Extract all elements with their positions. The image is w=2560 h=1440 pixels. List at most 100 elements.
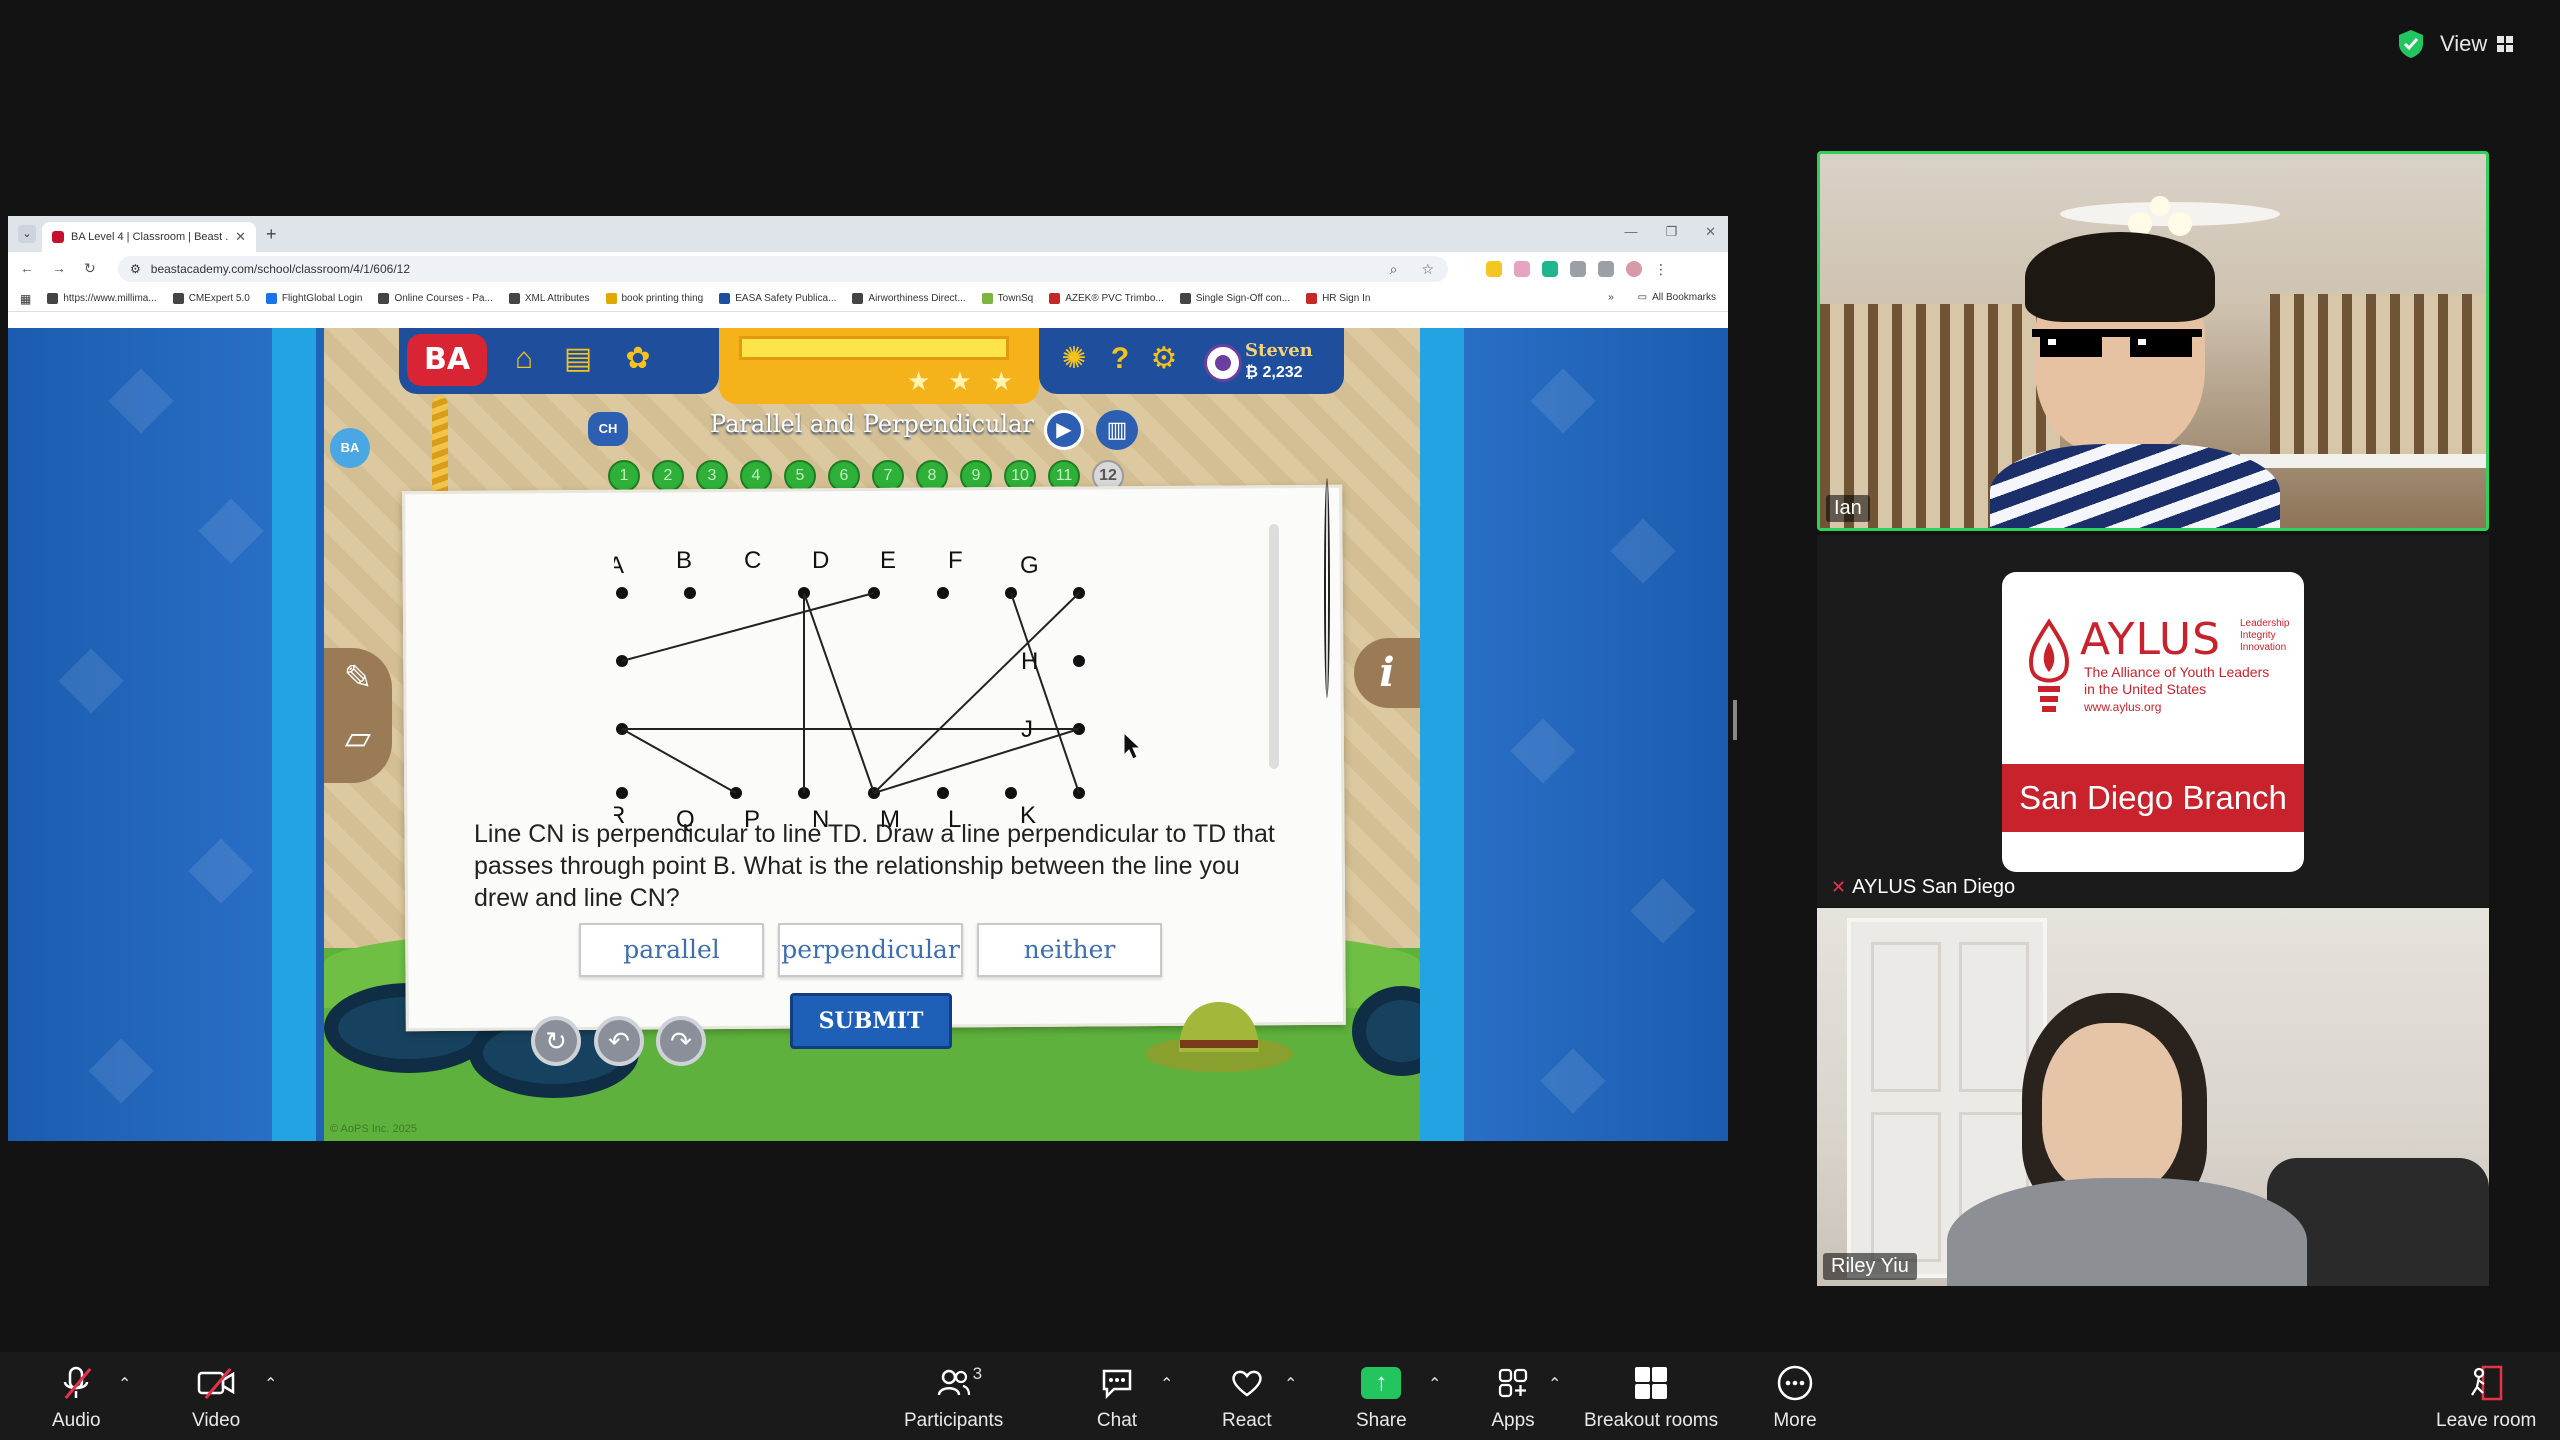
step-5[interactable]: 5 [784,460,816,492]
bookmark-item[interactable]: Airworthiness Direct... [852,293,966,304]
extensions-puzzle-icon[interactable] [1570,261,1586,277]
participant-sweater [1947,1178,2307,1286]
participants-button[interactable]: 3 Participants [904,1362,1003,1432]
grid-point[interactable] [937,587,949,599]
chat-button[interactable]: Chat [1094,1362,1140,1432]
award-icon[interactable]: ✺ [1057,342,1091,376]
grid-point[interactable] [616,787,628,799]
guide-book-icon[interactable]: ▥ [1096,410,1138,450]
bookmark-item[interactable]: HR Sign In [1306,293,1370,304]
reset-icon[interactable]: ↻ [531,1016,581,1066]
share-button[interactable]: ↑ Share [1356,1362,1407,1432]
forward-icon[interactable]: → [52,260,66,277]
grid-point[interactable] [937,787,949,799]
chat-options-chevron-icon[interactable]: ⌃ [1160,1374,1173,1394]
kebab-menu-icon[interactable]: ⋮ [1654,261,1670,277]
step-4[interactable]: 4 [740,460,772,492]
lesson-title: Parallel and Perpendicular [710,410,1034,438]
submit-button[interactable]: SUBMIT [790,993,952,1049]
site-info-icon[interactable]: ⚙ [130,262,141,276]
grid-point[interactable] [1073,655,1085,667]
answer-perpendicular[interactable]: perpendicular [778,923,963,977]
tab-search-chevron-icon[interactable]: ⌄ [18,225,36,243]
all-bookmarks-folder[interactable]: ▭ All Bookmarks [1638,292,1716,303]
extension-icon[interactable] [1486,261,1502,277]
grid-point[interactable] [616,587,628,599]
video-tile-ian[interactable]: Ian [1817,151,2489,531]
more-button[interactable]: More [1772,1362,1818,1432]
point-grid-figure[interactable]: A B C D E F G T S H J R Q P N [614,523,1164,843]
undo-icon[interactable]: ↶ [594,1016,644,1066]
bookmark-item[interactable]: FlightGlobal Login [265,293,362,304]
apps-button[interactable]: Apps [1490,1362,1536,1432]
bookmark-item[interactable]: Single Sign-Off con... [1179,293,1290,304]
close-tab-icon[interactable]: ✕ [235,229,246,245]
help-icon[interactable]: ? [1103,342,1137,376]
restore-icon[interactable]: ❐ [1665,224,1677,240]
leave-room-button[interactable]: Leave room [2436,1362,2536,1432]
breakout-rooms-button[interactable]: Breakout rooms [1584,1362,1718,1432]
react-button[interactable]: React [1222,1362,1272,1432]
video-tile-riley[interactable]: Riley Yiu [1817,908,2489,1286]
bookmark-item[interactable]: AZEK® PVC Trimbo... [1049,293,1164,304]
extension-icon[interactable] [1514,261,1530,277]
bookmark-item[interactable]: CMExpert 5.0 [172,293,250,304]
zoom-icon[interactable]: ⌕ [1390,261,1398,278]
play-video-icon[interactable]: ▶ [1044,410,1084,450]
more-bookmarks-icon[interactable]: » [1608,292,1614,303]
chat-icon [1094,1362,1140,1404]
video-tile-aylus[interactable]: AYLUS Leadership Integrity Innovation Th… [1817,535,2489,907]
video-options-chevron-icon[interactable]: ⌃ [264,1374,277,1394]
bookmark-item[interactable]: book printing thing [605,293,703,304]
security-shield-icon[interactable] [2395,28,2427,60]
react-options-chevron-icon[interactable]: ⌃ [1284,1374,1297,1394]
step-2[interactable]: 2 [652,460,684,492]
resize-handle[interactable] [1733,700,1737,740]
redo-icon[interactable]: ↷ [656,1016,706,1066]
bookmark-item[interactable]: Online Courses - Pa... [378,293,493,304]
reload-icon[interactable]: ↻ [84,260,96,277]
grid-point[interactable] [1005,787,1017,799]
settings-gear-icon[interactable]: ⚙ [1147,342,1181,376]
url-text: beastacademy.com/school/classroom/4/1/60… [150,262,411,276]
bookmark-item[interactable]: EASA Safety Publica... [719,293,836,304]
home-icon[interactable]: ⌂ [507,342,541,376]
pencil-icon[interactable]: ✎ [324,648,392,708]
apps-grid-icon[interactable]: ▦ [20,292,31,306]
grid-point[interactable] [684,587,696,599]
eraser-icon[interactable]: ▱ [324,708,392,768]
audio-button[interactable]: Audio [52,1362,101,1432]
address-bar[interactable]: ⚙ beastacademy.com/school/classroom/4/1/… [118,256,1448,282]
bookmark-item[interactable]: https://www.millima... [47,293,157,304]
book-icon[interactable]: ▤ [561,342,595,376]
problem-scrollbar[interactable] [1269,524,1279,769]
nav-hub: BA ⌂ ▤ ✿ [399,328,719,394]
beast-academy-logo[interactable]: BA [407,334,487,386]
back-icon[interactable]: ← [20,260,34,277]
bookmark-star-icon[interactable]: ☆ [1421,261,1434,278]
new-tab-icon[interactable]: + [266,224,277,245]
point-label: G [1020,552,1039,579]
bookmark-item[interactable]: TownSq [981,293,1033,304]
media-icon[interactable] [1598,261,1614,277]
puzzle-icon[interactable]: ✿ [621,342,655,376]
share-options-chevron-icon[interactable]: ⌃ [1428,1374,1441,1394]
browser-tab-active[interactable]: BA Level 4 | Classroom | Beast ... ✕ [42,222,256,252]
view-button[interactable]: View [2440,22,2514,66]
apps-options-chevron-icon[interactable]: ⌃ [1548,1374,1561,1394]
extension-icon[interactable] [1542,261,1558,277]
participant-face [2042,1023,2182,1193]
step-1[interactable]: 1 [608,460,640,492]
step-3[interactable]: 3 [696,460,728,492]
video-button[interactable]: Video [192,1362,240,1432]
close-window-icon[interactable]: ✕ [1705,224,1716,240]
minimize-icon[interactable]: — [1624,224,1637,240]
answer-neither[interactable]: neither [977,923,1162,977]
user-name[interactable]: Steven [1245,340,1313,361]
user-avatar[interactable] [1204,344,1242,382]
answer-parallel[interactable]: parallel [579,923,764,977]
info-icon[interactable]: i [1354,638,1420,708]
audio-options-chevron-icon[interactable]: ⌃ [118,1374,131,1394]
profile-avatar-icon[interactable] [1626,261,1642,277]
bookmark-item[interactable]: XML Attributes [508,293,590,304]
